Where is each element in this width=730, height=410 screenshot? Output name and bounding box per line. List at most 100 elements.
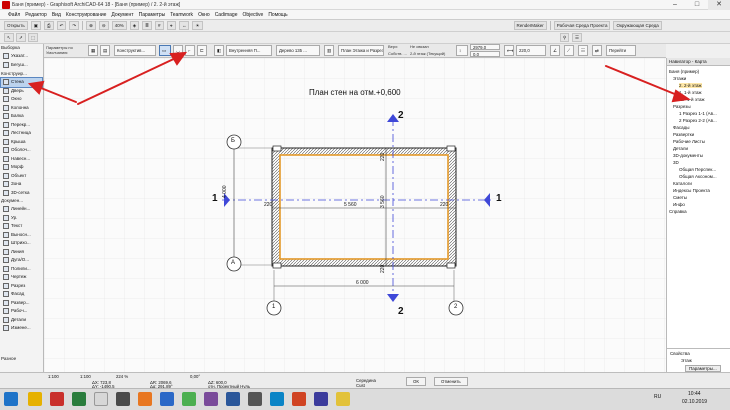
elevations-folder[interactable]: Фасады: [673, 125, 690, 130]
maximize-button[interactable]: □: [686, 0, 708, 10]
tool-column[interactable]: Колонна: [1, 104, 42, 113]
word-icon[interactable]: [226, 392, 240, 406]
offset-input[interactable]: 0,0: [470, 51, 500, 57]
app-taskbar-icon[interactable]: [94, 392, 108, 406]
keyboard-language[interactable]: RU: [654, 394, 661, 400]
tool-arc[interactable]: Дуга/О...: [1, 256, 42, 265]
tool-line[interactable]: Линия: [1, 248, 42, 257]
menu-teamwork[interactable]: Teamwork: [170, 12, 193, 18]
pin-icon[interactable]: ⚲: [560, 33, 570, 42]
marquee-tool-icon[interactable]: ⬚: [28, 33, 39, 42]
ok-button[interactable]: ОК: [406, 377, 426, 386]
height-input[interactable]: 2979,0: [470, 44, 500, 50]
menu-view[interactable]: Вид: [52, 12, 61, 18]
minimize-button[interactable]: –: [664, 0, 686, 10]
app-taskbar-icon[interactable]: [248, 392, 262, 406]
save-icon[interactable]: ▣: [30, 21, 41, 30]
pointer-tool-icon[interactable]: ↖: [4, 33, 14, 42]
menu-cadimage[interactable]: Cadimage: [215, 12, 238, 18]
menu-objective[interactable]: Objective: [242, 12, 263, 18]
thickness-input[interactable]: 220,0: [516, 45, 546, 56]
3d-folder[interactable]: 3D: [673, 160, 679, 165]
log-icon[interactable]: ☷: [578, 45, 588, 56]
tool-change[interactable]: Измене...: [1, 324, 42, 333]
zoom-out-icon[interactable]: ⊖: [98, 21, 109, 30]
menu-file[interactable]: Файл: [8, 12, 20, 18]
zoom-in-icon[interactable]: ⊕: [86, 21, 96, 30]
tool-shell[interactable]: Оболоч...: [1, 146, 42, 155]
tool-window[interactable]: Окно: [1, 95, 42, 104]
tool-door[interactable]: Дверь: [1, 87, 42, 96]
app-taskbar-icon[interactable]: [292, 392, 306, 406]
tool-beam[interactable]: Балка: [1, 112, 42, 121]
wall-geometry-curved-icon[interactable]: ◡: [173, 45, 183, 56]
grid-icon[interactable]: #: [154, 21, 164, 30]
menu-options[interactable]: Параметры: [139, 12, 166, 18]
clock-date[interactable]: 02.10.2019: [682, 399, 707, 405]
tool-label[interactable]: Выносн...: [1, 231, 42, 240]
environment-button[interactable]: Окружающая Среда: [613, 21, 662, 30]
zoom-level[interactable]: 40%: [111, 21, 127, 30]
file-explorer-icon[interactable]: [28, 392, 42, 406]
sections-folder[interactable]: Разрезы: [673, 104, 691, 109]
undo-icon[interactable]: ↶: [56, 21, 67, 30]
angle-display[interactable]: 0,00°: [190, 374, 200, 379]
project-indexes-folder[interactable]: Индексы Проекта: [673, 188, 710, 193]
tool-drawing[interactable]: Чертеж: [1, 273, 42, 282]
floor-plan-icon[interactable]: ▥: [324, 45, 334, 56]
lists-folder[interactable]: Сметы: [673, 195, 687, 200]
info-folder[interactable]: Инфо: [673, 202, 685, 207]
tool-zone[interactable]: Зона: [1, 180, 42, 189]
cancel-button[interactable]: Отменить: [434, 377, 468, 386]
layer-selector[interactable]: Конструктив...: [114, 45, 156, 56]
list-icon[interactable]: ☰: [572, 33, 583, 42]
story-selector[interactable]: 2-й этаж (Текущий): [410, 51, 445, 56]
worksheets-folder[interactable]: Рабочие Листы: [673, 139, 705, 144]
favorites-icon[interactable]: ▦: [88, 45, 98, 56]
wall-geometry-poly-icon[interactable]: ⌐: [185, 45, 195, 56]
firefox-icon[interactable]: [138, 392, 152, 406]
app-taskbar-icon[interactable]: [270, 392, 284, 406]
tool-section[interactable]: Разрез: [1, 282, 42, 291]
help-folder[interactable]: Справка: [669, 209, 687, 214]
layers-icon[interactable]: ≣: [142, 21, 152, 30]
general-axonometry[interactable]: Общая Аксоном...: [679, 174, 717, 179]
material-selector[interactable]: Дерево 135 ...: [276, 45, 320, 56]
app-taskbar-icon[interactable]: [204, 392, 218, 406]
app-taskbar-icon[interactable]: [314, 392, 328, 406]
tool-wall[interactable]: Стена: [0, 77, 43, 88]
story-minus-1[interactable]: -1. -1-й этаж: [679, 97, 705, 102]
tool-mesh[interactable]: 3D-сетка: [1, 189, 42, 198]
structure-icon[interactable]: ◧: [214, 45, 224, 56]
composite-selector[interactable]: Внутренняя П...: [226, 45, 272, 56]
menu-window[interactable]: Окно: [198, 12, 210, 18]
project-root[interactable]: Баня (пример): [669, 69, 699, 74]
app-taskbar-icon[interactable]: [116, 392, 130, 406]
section-2-2[interactable]: 2 Разрез 2-2 (Ав...: [679, 118, 717, 123]
tool-marquee[interactable]: Бегуш...: [1, 61, 42, 70]
app-taskbar-icon[interactable]: [336, 392, 350, 406]
app-taskbar-icon[interactable]: [72, 392, 86, 406]
tool-linear-dimension[interactable]: Линейн...: [1, 205, 42, 214]
tool-stair[interactable]: Лестница: [1, 129, 42, 138]
menu-edit[interactable]: Редактор: [25, 12, 47, 18]
flip-icon[interactable]: ⇄: [592, 45, 602, 56]
3d-view-icon[interactable]: ◈: [129, 21, 140, 30]
close-button[interactable]: ✕: [708, 0, 730, 10]
snap-icon[interactable]: ⌖: [166, 21, 176, 30]
tool-arrow[interactable]: Указат...: [1, 52, 42, 61]
scale-display[interactable]: 1:100: [48, 374, 59, 379]
render-icon[interactable]: ☀: [192, 21, 203, 30]
clock-time[interactable]: 10:44: [688, 391, 701, 397]
menu-design[interactable]: Конструирование: [66, 12, 107, 18]
tool-worksheet[interactable]: Рабоч...: [1, 307, 42, 316]
tool-morph[interactable]: Морф: [1, 163, 42, 172]
layer-icon[interactable]: ▤: [100, 45, 110, 56]
stories-folder[interactable]: Этажи: [673, 76, 686, 81]
story-1[interactable]: 1. 1-й этаж: [679, 90, 702, 95]
tool-text[interactable]: Текст: [1, 222, 42, 231]
tool-slab[interactable]: Перекр...: [1, 121, 42, 130]
tool-curtain-wall[interactable]: Навесн...: [1, 155, 42, 164]
interior-elevations-folder[interactable]: Развертки: [673, 132, 694, 137]
tool-fill[interactable]: Штрихо...: [1, 239, 42, 248]
